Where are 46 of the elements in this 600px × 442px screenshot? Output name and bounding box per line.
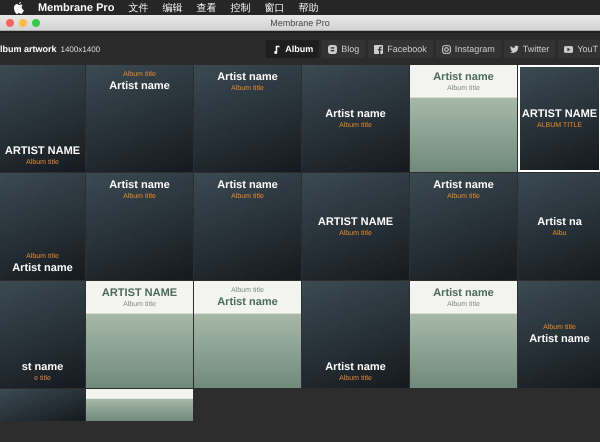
menu-item[interactable]: 控制 <box>230 0 250 14</box>
app-menu[interactable]: Membrane Pro <box>38 2 114 14</box>
artist-name: Artist name <box>217 179 278 191</box>
menu-item[interactable]: 文件 <box>128 0 148 14</box>
album-cover[interactable] <box>0 389 85 421</box>
artist-name: Artist name <box>109 80 170 92</box>
tab[interactable]: Album <box>266 40 320 58</box>
window-title: Membrane Pro <box>269 18 331 28</box>
menu-item[interactable]: 帮助 <box>298 0 318 14</box>
artist-name: Artist name <box>325 108 386 120</box>
header-title: lbum artwork <box>0 44 57 54</box>
tab[interactable]: Blog <box>322 40 366 58</box>
blog-icon <box>328 44 338 54</box>
artist-name: ARTIST NAME <box>102 287 178 299</box>
artist-name: Artist name <box>529 333 590 345</box>
menu-item[interactable]: 查看 <box>196 0 216 14</box>
zoom-button[interactable] <box>32 18 40 26</box>
apple-icon[interactable] <box>14 2 24 14</box>
instagram-icon <box>442 44 451 54</box>
tab[interactable]: Twitter <box>504 40 556 58</box>
artist-name: ARTIST NAME <box>318 216 394 228</box>
artist-name: Artist name <box>325 361 386 373</box>
artist-name: Artist name <box>433 287 494 299</box>
artist-name: ARTIST NAME <box>4 145 80 157</box>
minimize-button[interactable] <box>19 18 27 26</box>
play-icon <box>564 44 574 54</box>
tab[interactable]: YouT <box>558 40 600 58</box>
artist-name: Artist name <box>433 71 494 83</box>
menu-item[interactable]: 窗口 <box>264 0 284 14</box>
menu-item[interactable]: 编辑 <box>162 0 182 14</box>
facebook-icon <box>374 44 384 54</box>
artist-name: Artist name <box>433 179 494 191</box>
album-cover[interactable] <box>86 389 193 421</box>
tab[interactable]: Instagram <box>436 40 501 58</box>
artist-name: st name <box>22 361 64 373</box>
artist-name: Artist na <box>537 216 582 228</box>
music-note-icon <box>272 44 282 54</box>
artist-name: Artist name <box>217 296 278 308</box>
bird-icon <box>510 44 519 54</box>
close-button[interactable] <box>6 18 14 26</box>
image-size: 1400x1400 <box>60 45 100 54</box>
artist-name: ARTIST NAME <box>522 108 598 120</box>
artist-name: Artist name <box>217 71 278 83</box>
artist-name: Artist name <box>12 262 73 274</box>
tab[interactable]: Facebook <box>368 40 433 58</box>
artist-name: Artist name <box>109 179 170 191</box>
